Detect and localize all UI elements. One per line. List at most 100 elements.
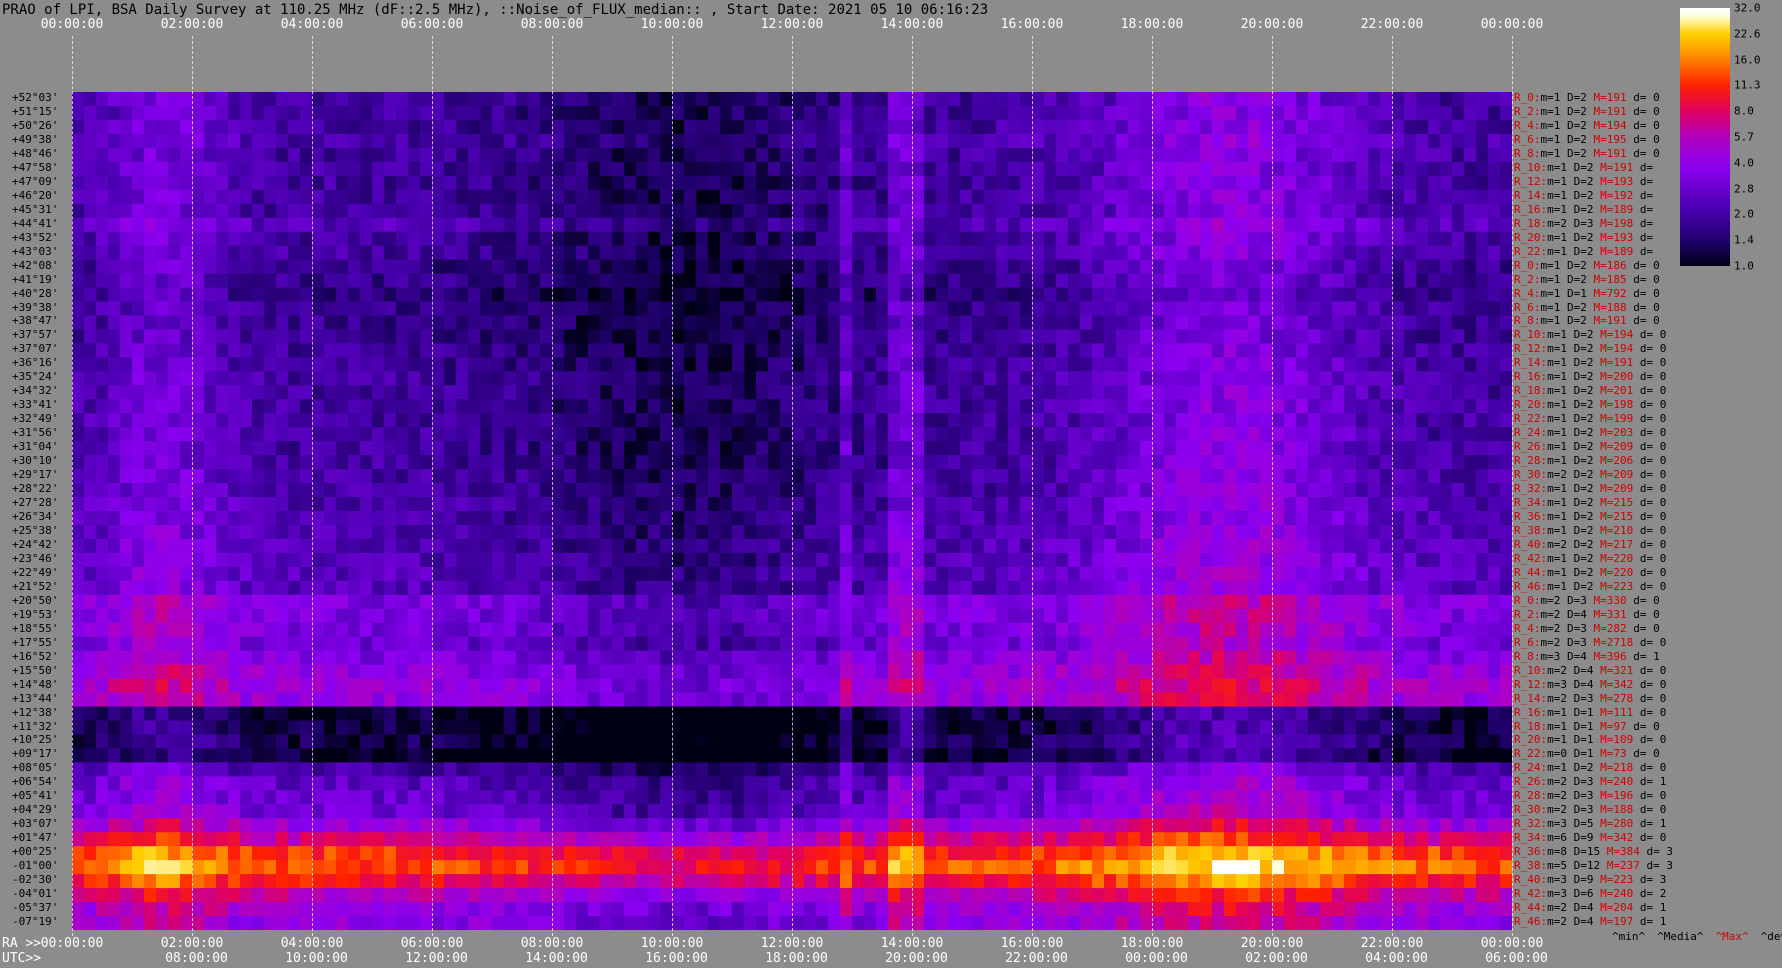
heatmap-cell <box>1320 455 1333 470</box>
heatmap-cell <box>132 175 145 191</box>
heatmap-cell <box>588 315 601 331</box>
heatmap-cell <box>480 245 493 261</box>
heatmap-cell <box>996 161 1009 177</box>
heatmap-cell <box>1020 175 1033 191</box>
heatmap-cell <box>1320 231 1333 247</box>
heatmap-cell <box>204 497 217 512</box>
heatmap-cell <box>444 469 457 484</box>
heatmap-cell <box>1416 371 1429 386</box>
heatmap-cell <box>720 133 733 149</box>
heatmap-cell <box>1272 566 1285 582</box>
heatmap-cell <box>1380 455 1393 470</box>
heatmap-cell <box>756 161 769 177</box>
heatmap-cell <box>276 161 289 177</box>
heatmap-cell <box>180 245 193 261</box>
heatmap-cell <box>468 427 481 442</box>
heatmap-cell <box>108 511 121 526</box>
heatmap-cell <box>1200 385 1213 400</box>
heatmap-cell <box>324 357 337 372</box>
heatmap-cell <box>96 217 109 233</box>
heatmap-cell <box>696 538 709 554</box>
heatmap-cell <box>264 608 277 624</box>
heatmap-cell <box>1272 301 1285 317</box>
heatmap-cell <box>204 664 217 680</box>
heatmap-cell <box>768 580 781 596</box>
heatmap-cell <box>204 203 217 219</box>
heatmap-cell <box>1476 399 1489 414</box>
heatmap-cell <box>312 511 325 526</box>
heatmap-cell <box>108 119 121 135</box>
heatmap-cell <box>1104 217 1117 233</box>
heatmap-cell <box>1032 483 1045 498</box>
heatmap-cell <box>1500 217 1512 233</box>
heatmap-cell <box>648 580 661 596</box>
heatmap-cell <box>720 329 733 344</box>
heatmap-cell <box>204 566 217 582</box>
heatmap-cell <box>672 259 685 275</box>
heatmap-cell <box>900 413 913 428</box>
heatmap-cell <box>1272 497 1285 512</box>
heatmap-cell <box>1260 371 1273 386</box>
heatmap-cell <box>1056 511 1069 526</box>
heatmap-cell <box>720 427 733 442</box>
heatmap-cell <box>1104 315 1117 331</box>
heatmap-cell <box>888 245 901 261</box>
heatmap-cell <box>672 105 685 121</box>
heatmap-cell <box>696 413 709 428</box>
heatmap-cell <box>1092 203 1105 219</box>
heatmap-cell <box>1260 538 1273 554</box>
heatmap-cell <box>720 455 733 470</box>
heatmap-cell <box>1212 343 1225 358</box>
heatmap-cell <box>1200 524 1213 540</box>
heatmap-cell <box>264 119 277 135</box>
heatmap-cell <box>1332 385 1345 400</box>
heatmap-cell <box>168 497 181 512</box>
heatmap-cell <box>912 315 925 331</box>
heatmap-cell <box>1404 371 1417 386</box>
heatmap-cell <box>1080 552 1093 568</box>
heatmap-cell <box>1392 301 1405 317</box>
heatmap-cell <box>156 524 169 540</box>
heatmap-cell <box>192 441 205 456</box>
heatmap-cell <box>204 329 217 344</box>
heatmap-cell <box>1128 608 1141 624</box>
heatmap-cell <box>1344 524 1357 540</box>
heatmap-cell <box>480 259 493 275</box>
heatmap-cell <box>1356 133 1369 149</box>
heatmap-cell <box>240 273 253 289</box>
heatmap-cell <box>1380 413 1393 428</box>
heatmap-cell <box>1320 161 1333 177</box>
heatmap-cell <box>324 469 337 484</box>
heatmap-cell <box>492 441 505 456</box>
heatmap-cell <box>1428 133 1441 149</box>
heatmap-cell <box>468 245 481 261</box>
heatmap-cell <box>516 594 529 610</box>
heatmap-cell <box>252 483 265 498</box>
heatmap-cell <box>1080 217 1093 233</box>
heatmap-cell <box>1128 315 1141 331</box>
heatmap-cell <box>672 483 685 498</box>
heatmap-cell <box>1476 357 1489 372</box>
heatmap-cell <box>1488 343 1501 358</box>
heatmap-cell <box>612 399 625 414</box>
heatmap-cell <box>636 399 649 414</box>
heatmap-cell <box>180 497 193 512</box>
heatmap-cell <box>1056 133 1069 149</box>
heatmap-cell <box>180 175 193 191</box>
heatmap-cell <box>672 175 685 191</box>
heatmap-cell <box>1272 273 1285 289</box>
heatmap-cell <box>276 245 289 261</box>
heatmap-cell <box>1020 231 1033 247</box>
heatmap-cell <box>1392 203 1405 219</box>
heatmap-cell <box>588 497 601 512</box>
heatmap-cell <box>456 524 469 540</box>
heatmap-cell <box>156 175 169 191</box>
heatmap-cell <box>744 273 757 289</box>
heatmap-cell <box>312 147 325 163</box>
heatmap-cell <box>708 105 721 121</box>
heatmap-cell <box>888 427 901 442</box>
heatmap-cell <box>96 203 109 219</box>
heatmap-cell <box>864 650 877 666</box>
heatmap-cell <box>1164 287 1177 303</box>
heatmap-cell <box>1500 385 1512 400</box>
